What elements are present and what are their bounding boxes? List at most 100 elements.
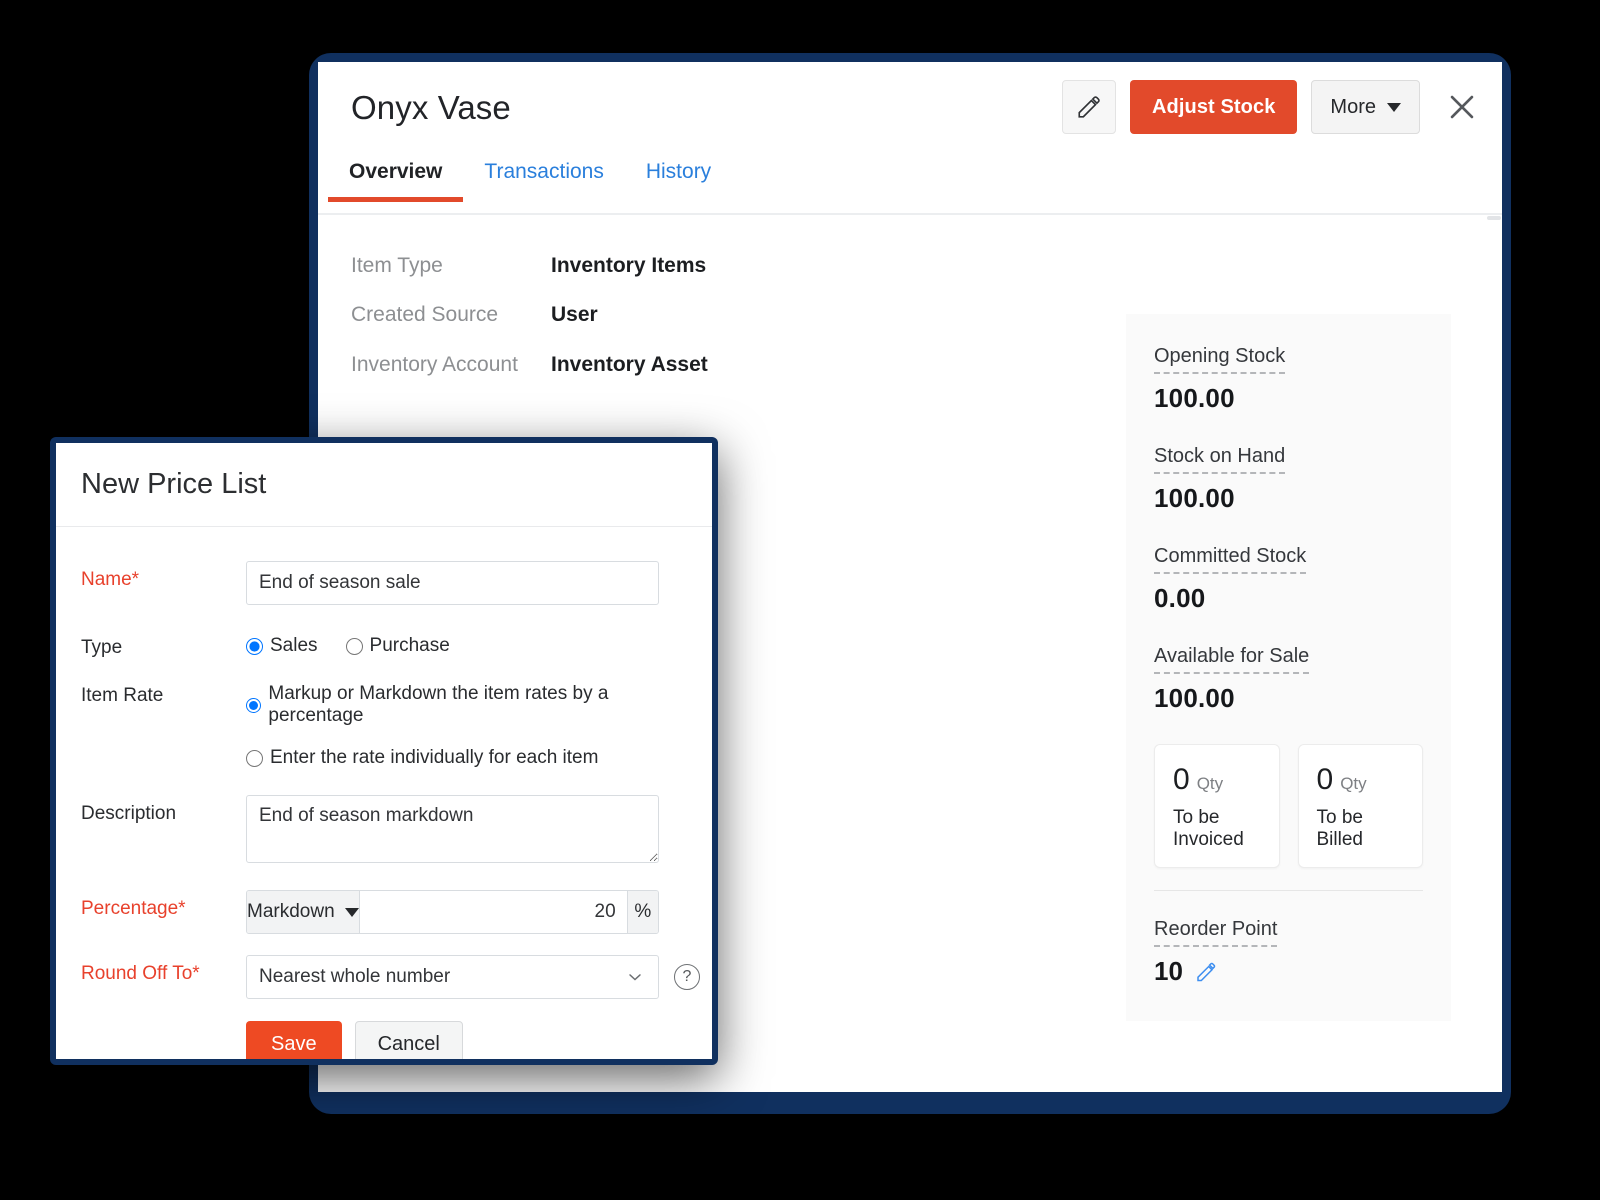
form-row-round-off: Round Off To* Nearest whole number ? <box>81 955 700 999</box>
scrollbar-thumb[interactable] <box>1487 216 1501 220</box>
pencil-icon[interactable] <box>1194 960 1218 984</box>
cancel-button[interactable]: Cancel <box>354 1021 463 1059</box>
round-off-select[interactable]: Nearest whole number <box>246 955 659 999</box>
label-type: Type <box>81 637 123 658</box>
radio-label-markup-markdown: Markup or Markdown the item rates by a p… <box>268 683 609 726</box>
detail-row: Item Type Inventory Items <box>351 252 951 280</box>
field-description <box>246 795 687 868</box>
qty-card-group: 0 Qty To be Invoiced 0 Qty To be Billed <box>1154 744 1423 868</box>
stock-label: Available for Sale <box>1154 644 1310 674</box>
label-round-off: Round Off To* <box>81 963 200 984</box>
stock-label: Committed Stock <box>1154 544 1307 574</box>
qty-caption: To be Billed <box>1316 807 1363 850</box>
tab-transactions[interactable]: Transactions <box>463 157 624 200</box>
form-row-percentage: Percentage* Markdown % <box>81 890 687 934</box>
reorder-value-row: 10 <box>1154 956 1423 987</box>
detail-label-inventory-account: Inventory Account <box>351 352 518 376</box>
radio-input-purchase[interactable] <box>345 637 363 655</box>
radio-option-sales[interactable]: Sales <box>246 635 318 657</box>
item-rate-radio-group: Markup or Markdown the item rates by a p… <box>246 677 687 727</box>
form-row-name: Name* <box>81 561 687 605</box>
label-name: Name* <box>81 569 140 590</box>
type-radio-group: Sales Purchase <box>246 629 687 657</box>
round-off-value: Nearest whole number <box>259 966 451 987</box>
stock-label: Opening Stock <box>1154 344 1286 374</box>
radio-input-markup-markdown[interactable] <box>246 696 262 714</box>
form-row-description: Description <box>81 795 687 868</box>
edit-item-button[interactable] <box>1061 80 1116 134</box>
tab-history[interactable]: History <box>625 157 732 200</box>
detail-value-inventory-account: Inventory Asset <box>551 352 708 376</box>
divider <box>1154 890 1423 891</box>
tab-overview[interactable]: Overview <box>328 157 464 202</box>
chevron-down-icon <box>1387 102 1401 112</box>
percentage-mode-select[interactable]: Markdown <box>247 891 360 933</box>
label-item-rate: Item Rate <box>81 685 164 706</box>
modal-header: New Price List <box>56 443 712 527</box>
radio-label-individual-rate: Enter the rate individually for each ite… <box>270 747 599 768</box>
detail-row: Inventory Account Inventory Asset <box>351 351 951 379</box>
qty-unit: Qty <box>1340 774 1367 793</box>
field-percentage: Markdown % <box>246 890 687 934</box>
qty-number: 0 <box>1316 763 1334 796</box>
close-button[interactable] <box>1442 87 1482 127</box>
field-item-rate: Markup or Markdown the item rates by a p… <box>246 677 687 769</box>
percentage-input-group: Markdown % <box>246 890 659 934</box>
modal-footer: Save Cancel <box>81 999 687 1059</box>
percentage-mode-label: Markdown <box>247 901 335 922</box>
radio-option-purchase[interactable]: Purchase <box>345 635 450 657</box>
qty-card-to-be-invoiced[interactable]: 0 Qty To be Invoiced <box>1154 744 1280 868</box>
stock-block-reorder-point: Reorder Point 10 <box>1154 917 1423 987</box>
detail-value-created-source: User <box>551 303 598 327</box>
qty-card-top: 0 Qty <box>1317 763 1409 797</box>
close-icon <box>1450 95 1474 119</box>
item-detail-header: Onyx Vase Adjust Stock More <box>318 62 1502 157</box>
radio-label-purchase: Purchase <box>369 635 450 656</box>
qty-caption: To be Invoiced <box>1173 807 1244 850</box>
form-row-item-rate: Item Rate Markup or Markdown the item ra… <box>81 677 687 769</box>
chevron-down-icon <box>629 974 641 981</box>
field-round-off: Nearest whole number ? <box>246 955 700 999</box>
detail-label-item-type: Item Type <box>351 254 443 277</box>
item-rate-radio-group-2: Enter the rate individually for each ite… <box>246 741 687 769</box>
stock-value: 100.00 <box>1154 683 1235 713</box>
adjust-stock-button[interactable]: Adjust Stock <box>1129 80 1298 134</box>
stock-value: 100.00 <box>1154 483 1235 513</box>
label-percentage: Percentage* <box>81 898 186 919</box>
radio-input-individual-rate[interactable] <box>246 749 263 767</box>
chevron-down-icon <box>344 907 359 917</box>
form-row-type: Type Sales Purchase <box>81 629 687 659</box>
more-button[interactable]: More <box>1311 80 1420 134</box>
description-textarea[interactable] <box>246 795 659 863</box>
field-name <box>246 561 687 605</box>
header-actions: Adjust Stock More <box>1061 80 1482 134</box>
percentage-value-input[interactable] <box>359 891 627 933</box>
qty-card-to-be-billed[interactable]: 0 Qty To be Billed <box>1297 744 1423 868</box>
modal-body: Name* Type Sales Purchas <box>56 527 712 1059</box>
item-detail-fields: Item Type Inventory Items Created Source… <box>351 252 951 400</box>
stock-label: Reorder Point <box>1154 917 1278 947</box>
stock-value: 100.00 <box>1154 383 1235 413</box>
save-button[interactable]: Save <box>246 1021 342 1059</box>
radio-input-sales[interactable] <box>246 637 263 655</box>
detail-label-created-source: Created Source <box>351 303 499 327</box>
stock-value: 0.00 <box>1154 583 1206 613</box>
stock-block-available-for-sale: Available for Sale 100.00 <box>1154 644 1423 714</box>
new-price-list-modal: New Price List Name* Type Sales <box>50 437 718 1065</box>
radio-option-markup-markdown[interactable]: Markup or Markdown the item rates by a p… <box>246 683 667 727</box>
stock-summary-panel: Opening Stock 100.00 Stock on Hand 100.0… <box>1126 314 1451 1021</box>
more-button-label: More <box>1330 95 1376 118</box>
field-type: Sales Purchase <box>246 629 687 657</box>
page-title: Onyx Vase <box>351 89 511 126</box>
stock-block-stock-on-hand: Stock on Hand 100.00 <box>1154 444 1423 514</box>
stock-block-opening-stock: Opening Stock 100.00 <box>1154 344 1423 414</box>
percentage-suffix: % <box>626 891 658 933</box>
vertical-scrollbar[interactable] <box>1486 216 1502 1092</box>
stock-label: Stock on Hand <box>1154 444 1286 474</box>
tab-bar: Overview Transactions History <box>318 157 1502 215</box>
help-icon[interactable]: ? <box>674 964 700 990</box>
name-input[interactable] <box>246 561 659 605</box>
radio-option-individual-rate[interactable]: Enter the rate individually for each ite… <box>246 747 598 769</box>
stock-block-committed-stock: Committed Stock 0.00 <box>1154 544 1423 614</box>
qty-number: 0 <box>1173 763 1190 796</box>
